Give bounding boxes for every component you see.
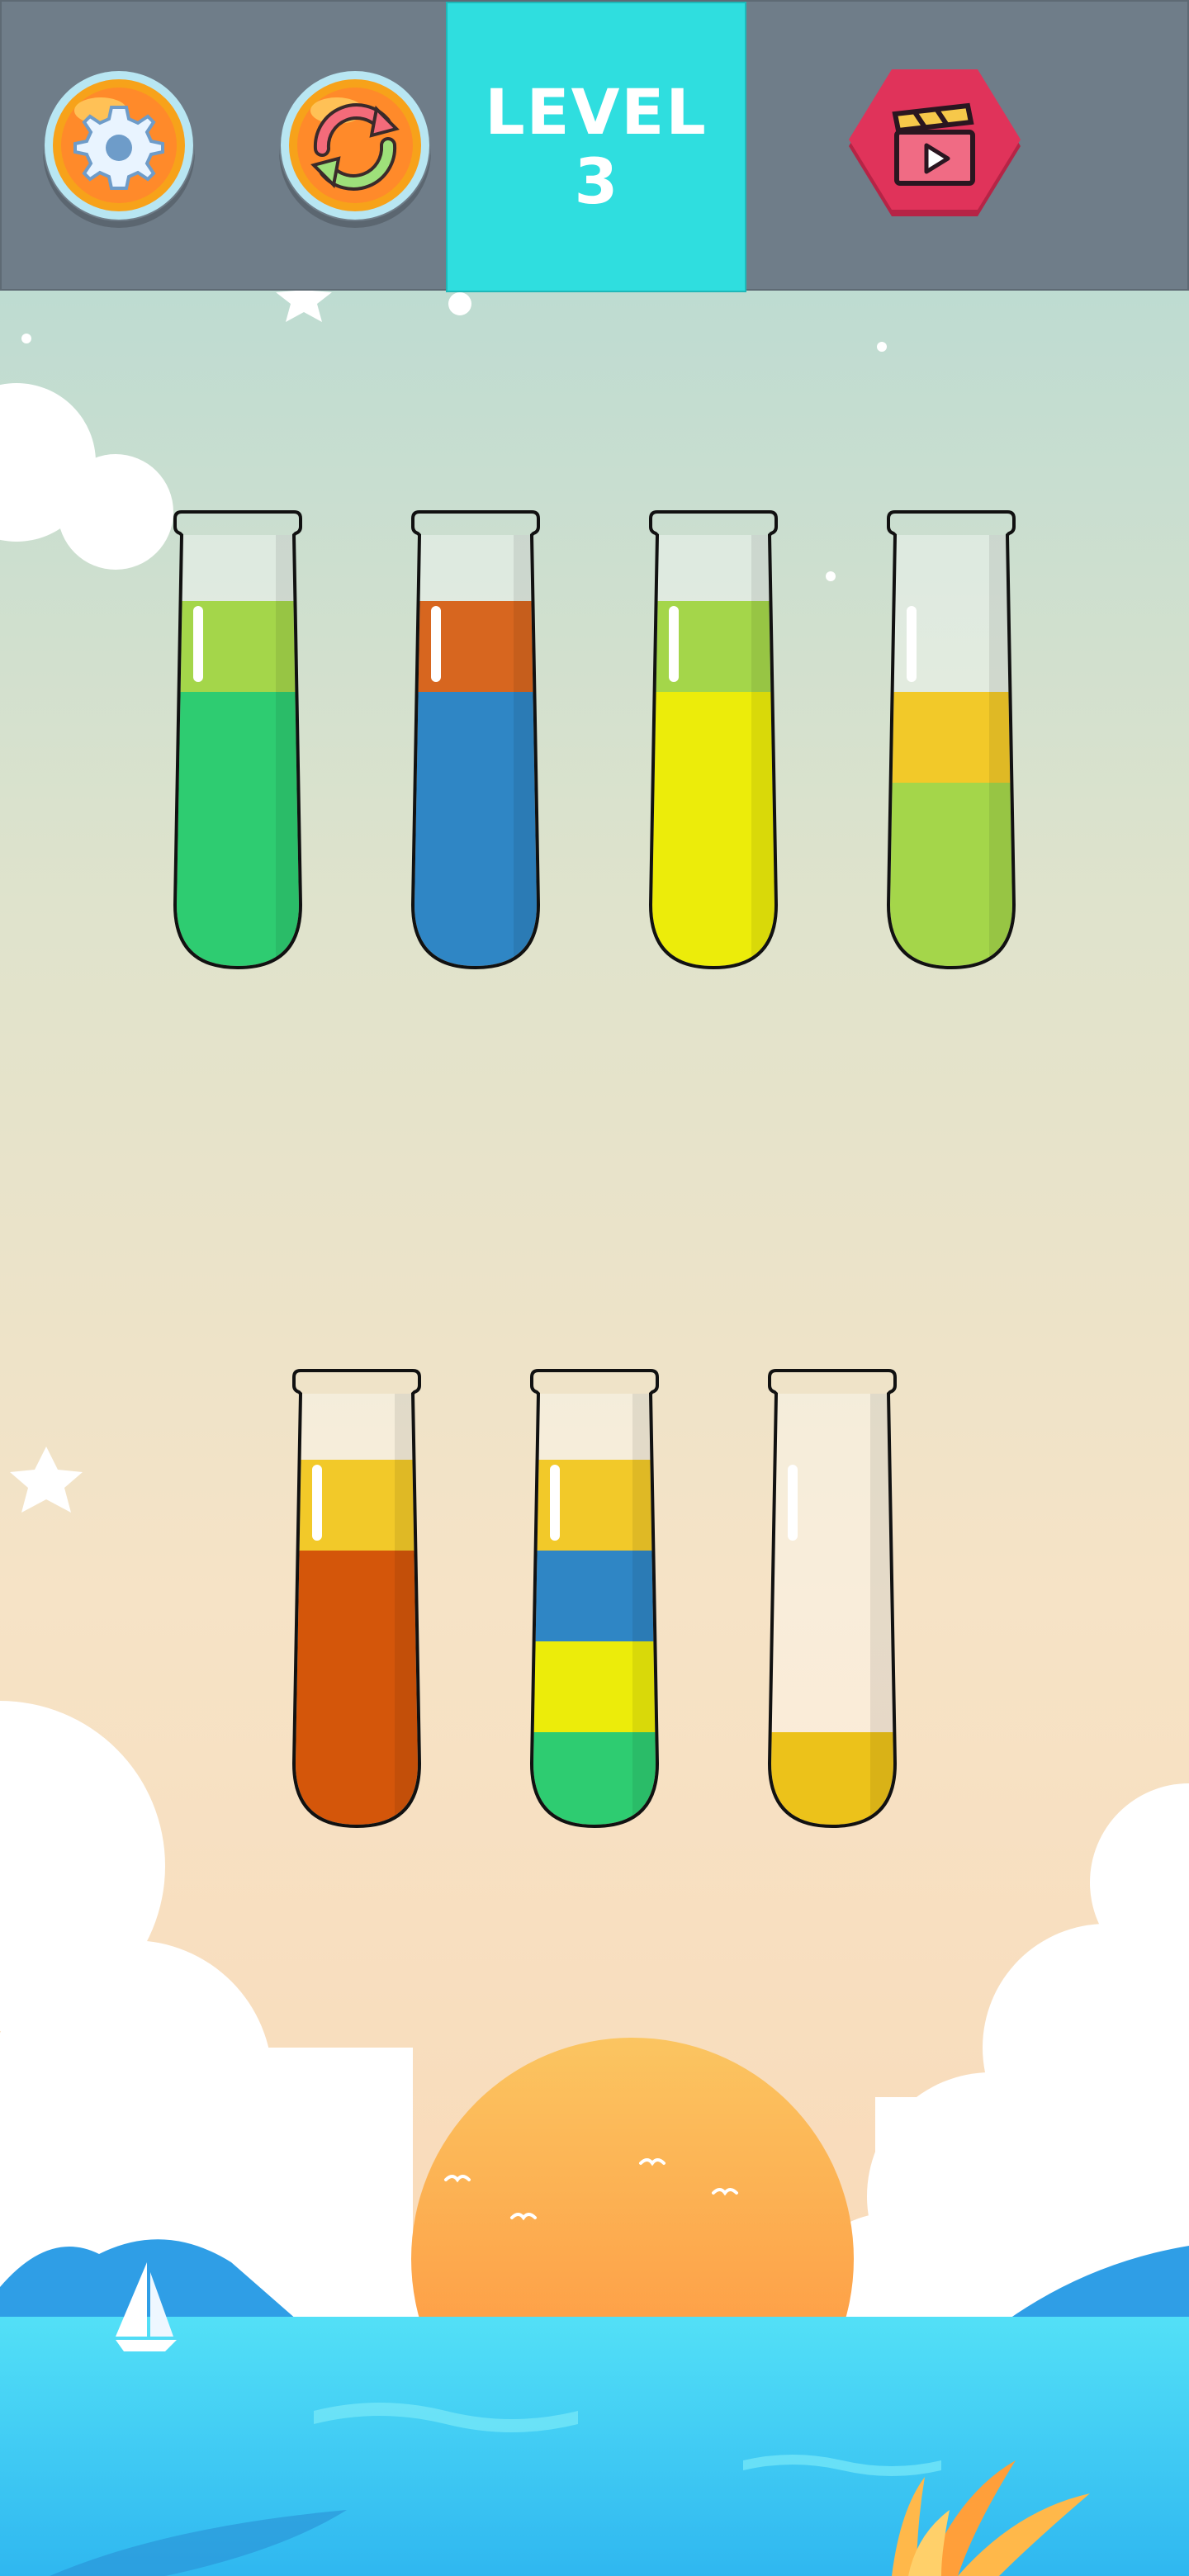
settings-button[interactable] xyxy=(43,69,195,221)
tube-highlight xyxy=(788,1465,798,1541)
level-label: LEVEL xyxy=(485,75,708,149)
restart-arrows-icon xyxy=(281,71,429,220)
restart-button[interactable] xyxy=(279,69,431,221)
tube-highlight xyxy=(669,606,679,682)
level-indicator: LEVEL 3 xyxy=(446,2,746,292)
tube-3[interactable] xyxy=(647,509,779,971)
tube-6[interactable] xyxy=(528,1367,661,1830)
tube-4[interactable] xyxy=(885,509,1017,971)
tube-highlight xyxy=(193,606,203,682)
tube-highlight xyxy=(312,1465,322,1541)
top-bar: LEVEL 3 xyxy=(0,0,1189,292)
tube-highlight xyxy=(550,1465,560,1541)
tube-highlight xyxy=(907,606,917,682)
level-number: 3 xyxy=(574,144,618,218)
tube-highlight xyxy=(431,606,441,682)
tube-7[interactable] xyxy=(766,1367,898,1830)
tube-1[interactable] xyxy=(172,509,304,971)
watch-video-button[interactable] xyxy=(844,68,1026,225)
video-clapperboard-icon xyxy=(849,69,1021,216)
tube-5[interactable] xyxy=(291,1367,423,1830)
tube-2[interactable] xyxy=(410,509,542,971)
gear-icon xyxy=(45,71,193,220)
game-background xyxy=(0,0,1189,2576)
